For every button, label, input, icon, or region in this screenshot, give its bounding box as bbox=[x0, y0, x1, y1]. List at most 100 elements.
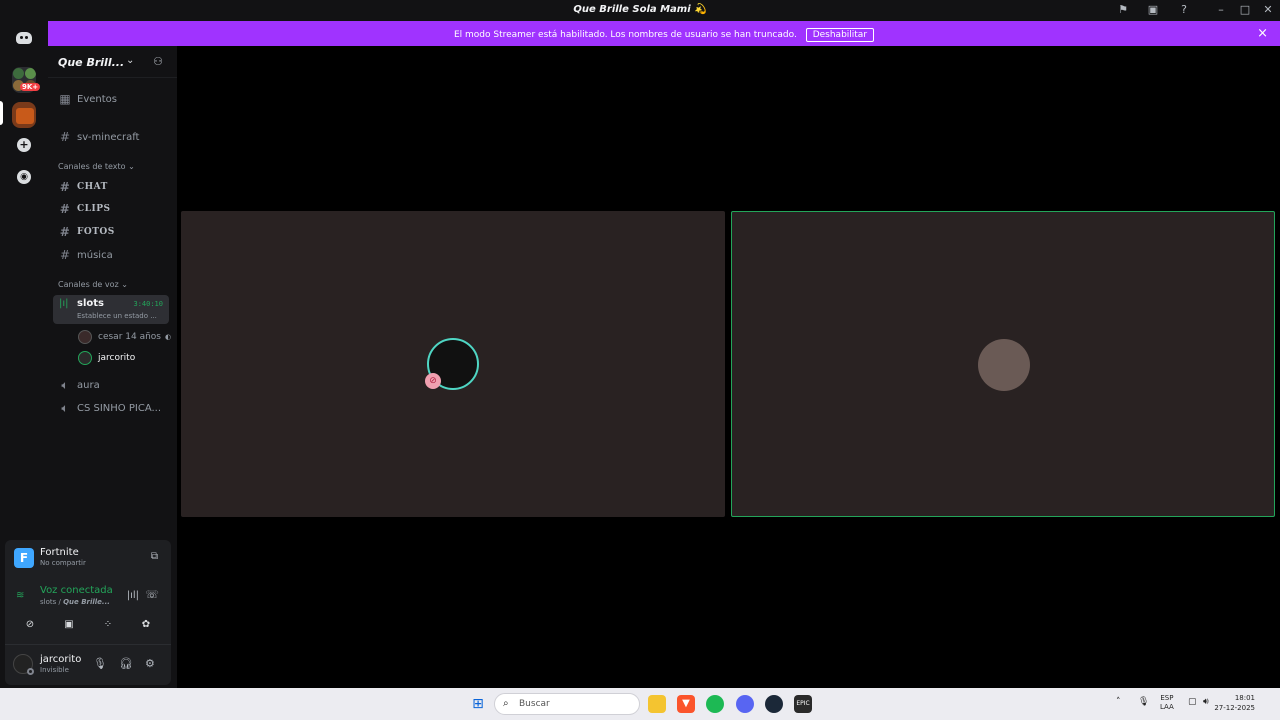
taskbar-search[interactable]: ⌕ Buscar bbox=[494, 693, 640, 715]
epic-games-icon[interactable]: EPIC bbox=[794, 695, 812, 713]
channel-sv-minecraft[interactable]: # sv-minecraft bbox=[58, 130, 140, 144]
channel-chat[interactable]: # CHAT bbox=[58, 180, 108, 194]
spotify-icon[interactable] bbox=[706, 695, 724, 713]
user-status: Invisible bbox=[40, 666, 69, 674]
help-icon[interactable]: ? bbox=[1177, 3, 1191, 17]
invite-people-icon[interactable]: ⚇ bbox=[153, 55, 163, 68]
title-bar: Que Brille Sola Mami 💫 ⚑ ▣ ? – □ ✕ bbox=[0, 0, 1280, 21]
share-screen-button[interactable]: ▣ bbox=[54, 614, 84, 636]
settings-gear-icon[interactable]: ⚙ bbox=[145, 657, 155, 670]
set-status-text[interactable]: Establece un estado ... bbox=[77, 312, 157, 320]
channel-fotos[interactable]: # FOTOS bbox=[58, 225, 115, 239]
clock-date: 27-12-2025 bbox=[1214, 704, 1255, 712]
voice-channel-name: slots bbox=[77, 298, 104, 309]
voice-server-name: Que Brille... bbox=[63, 598, 110, 606]
avatar bbox=[978, 339, 1030, 391]
voice-channel-slots[interactable]: |ı| slots 3:40:10 Establece un estado ..… bbox=[53, 295, 169, 324]
maximize-icon[interactable]: □ bbox=[1238, 3, 1252, 17]
signal-icon: ≋ bbox=[16, 590, 25, 601]
close-window-icon[interactable]: ✕ bbox=[1261, 3, 1275, 17]
close-banner-icon[interactable]: × bbox=[1257, 26, 1268, 41]
voice-channel-cs[interactable]: 🔈︎ CS SINHO PICA... bbox=[58, 401, 161, 416]
events-label: Eventos bbox=[77, 93, 117, 105]
activities-button[interactable]: ⁘ bbox=[93, 614, 123, 636]
voice-category[interactable]: Canales de voz ⌄ bbox=[58, 280, 128, 289]
soundboard-button[interactable]: ✿ bbox=[131, 614, 161, 636]
steam-icon[interactable] bbox=[765, 695, 783, 713]
events-item[interactable]: ▦ Eventos bbox=[58, 92, 117, 106]
active-server-indicator bbox=[0, 101, 3, 125]
network-icon[interactable]: ▢ bbox=[1188, 698, 1197, 707]
windows-start-icon[interactable]: ⊞ bbox=[469, 695, 487, 713]
discord-taskbar-icon[interactable] bbox=[736, 695, 754, 713]
server-que-brille[interactable] bbox=[12, 102, 36, 128]
search-placeholder: Buscar bbox=[519, 699, 550, 709]
category-label: Canales de voz bbox=[58, 280, 119, 289]
file-explorer-icon[interactable] bbox=[648, 695, 666, 713]
text-category[interactable]: Canales de texto ⌄ bbox=[58, 162, 135, 171]
window-title: Que Brille Sola Mami 💫 bbox=[573, 4, 707, 15]
discord-logo-icon bbox=[16, 32, 32, 44]
language-indicator[interactable]: ESP LAA bbox=[1160, 694, 1174, 712]
microphone-tray-icon[interactable]: 🎙︎ bbox=[1138, 698, 1149, 707]
server-header[interactable]: Que Brill... ⌄ ⚇ bbox=[48, 46, 177, 78]
participant-tile-speaking[interactable] bbox=[731, 211, 1275, 517]
streamer-mode-banner: El modo Streamer está habilitado. Los no… bbox=[48, 21, 1280, 46]
participant-tile[interactable]: ⊘ bbox=[181, 211, 725, 517]
channel-label: CS SINHO PICA... bbox=[77, 403, 162, 414]
hash-icon: # bbox=[59, 130, 71, 144]
noise-suppression-icon[interactable]: |ıl| bbox=[127, 590, 139, 601]
channel-label: CLIPS bbox=[77, 204, 111, 214]
user-row: jarcorito Invisible 🎙︎ 🎧︎ ⚙ bbox=[5, 644, 171, 682]
voice-member[interactable]: jarcorito bbox=[78, 351, 135, 365]
activity-sub: No compartir bbox=[40, 559, 86, 567]
lang-bottom: LAA bbox=[1160, 703, 1174, 711]
camera-off-button[interactable]: ⊘ bbox=[15, 614, 45, 636]
avatar bbox=[78, 351, 92, 365]
fortnite-icon: F bbox=[14, 548, 34, 568]
speaker-icon: 🔈︎ bbox=[61, 401, 69, 415]
show-hidden-icons[interactable]: ˄ bbox=[1116, 698, 1121, 707]
server-name: Que Brill... bbox=[58, 56, 125, 69]
discover-button[interactable]: ◉ bbox=[12, 165, 36, 189]
channel-label: CHAT bbox=[77, 182, 108, 192]
disconnect-icon[interactable]: ☏ bbox=[145, 588, 159, 601]
member-name: cesar 14 años bbox=[98, 332, 161, 342]
brave-browser-icon[interactable]: ▼ bbox=[677, 695, 695, 713]
minimize-icon[interactable]: – bbox=[1214, 3, 1228, 17]
microphone-icon[interactable]: 🎙︎ bbox=[93, 657, 107, 670]
voice-channel-aura[interactable]: 🔈︎ aura bbox=[58, 378, 99, 393]
hash-icon: # bbox=[59, 225, 71, 239]
hash-icon: # bbox=[59, 202, 71, 216]
server-avatar-icon bbox=[12, 102, 36, 128]
volume-icon[interactable]: 🔊︎ bbox=[1203, 698, 1209, 707]
disable-streamer-button[interactable]: Deshabilitar bbox=[805, 28, 875, 42]
stream-game-icon[interactable]: ⧉ bbox=[151, 551, 158, 562]
voice-connected-channel: slots / Que Brille... bbox=[40, 598, 110, 606]
search-icon: ⌕ bbox=[503, 698, 509, 709]
activity-row: F Fortnite No compartir ⧉ bbox=[5, 540, 171, 575]
voice-stage: ⊘ bbox=[177, 46, 1280, 688]
speaker-icon: 🔈︎ bbox=[61, 378, 69, 392]
channel-clips[interactable]: # CLIPS bbox=[58, 202, 110, 216]
headphones-icon[interactable]: 🎧︎ bbox=[119, 657, 133, 670]
username[interactable]: jarcorito bbox=[40, 654, 81, 665]
taskbar: ⊞ ⌕ Buscar ▼ EPIC ˄ 🎙︎ ESP LAA ▢ 🔊︎ 18:0… bbox=[0, 688, 1280, 720]
channel-label: FOTOS bbox=[77, 227, 115, 237]
home-button[interactable] bbox=[12, 26, 36, 50]
inbox-flag-icon[interactable]: ⚑ bbox=[1116, 3, 1130, 17]
banner-message: El modo Streamer está habilitado. Los no… bbox=[453, 30, 797, 40]
screen-share-icon[interactable]: ▣ bbox=[1146, 3, 1160, 17]
voice-connected-row: ≋ Voz conectada slots / Que Brille... |ı… bbox=[5, 582, 171, 610]
deafened-icon: ◐ bbox=[164, 333, 172, 341]
clock[interactable]: 18:01 27-12-2025 bbox=[1214, 693, 1255, 713]
category-label: Canales de texto bbox=[58, 162, 126, 171]
channel-musica[interactable]: # música bbox=[58, 248, 113, 262]
voice-member[interactable]: cesar 14 años ◐ bbox=[78, 330, 171, 344]
user-panel: F Fortnite No compartir ⧉ ≋ Voz conectad… bbox=[5, 540, 171, 685]
add-server-button[interactable]: + bbox=[12, 133, 36, 157]
voice-connected-label[interactable]: Voz conectada bbox=[40, 585, 113, 596]
unread-badge: 9K+ bbox=[20, 83, 41, 91]
voice-channel-path: slots / bbox=[40, 598, 64, 606]
plus-icon: + bbox=[17, 138, 31, 152]
